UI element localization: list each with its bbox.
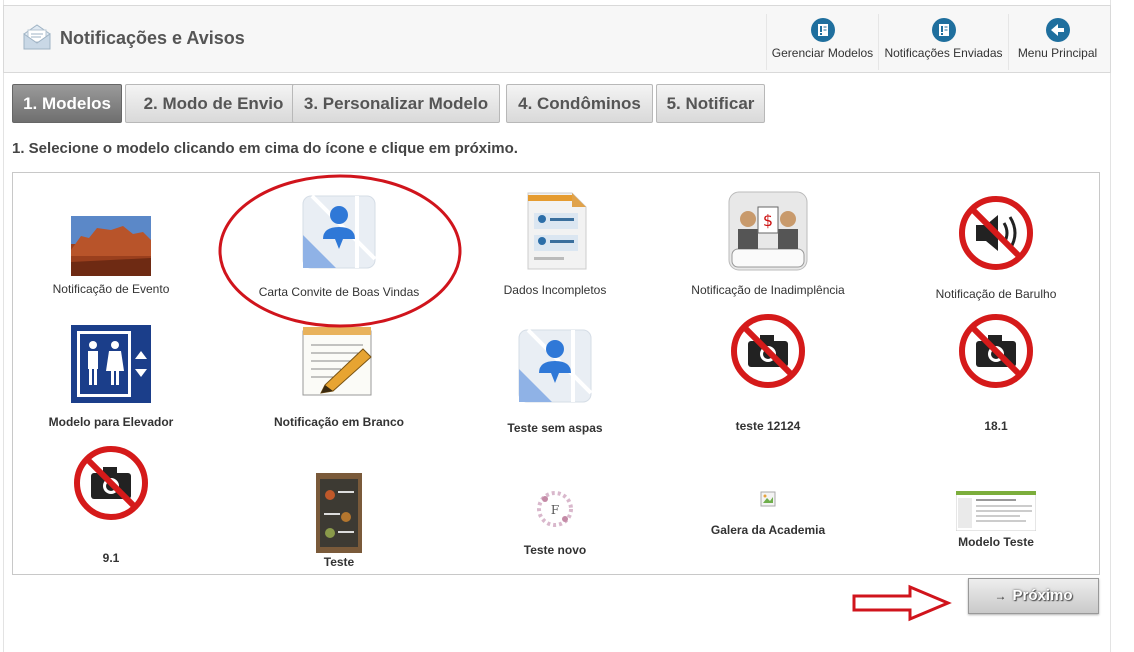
screenshot-thumb (956, 491, 1036, 531)
template-item[interactable]: Notificação em Branco (239, 325, 439, 429)
envelope-icon (23, 24, 51, 50)
template-item[interactable]: Galera da Academia (668, 491, 868, 537)
sent-notifications-label: Notificações Enviadas (884, 46, 1003, 60)
document-form-icon (527, 192, 587, 270)
main-menu-button[interactable]: Menu Principal (1008, 14, 1106, 70)
arrow-right-icon: → (994, 589, 1007, 603)
sent-notifications-button[interactable]: Notificações Enviadas (878, 14, 1008, 70)
main-menu-label: Menu Principal (1017, 46, 1098, 60)
template-label: Teste (323, 555, 355, 569)
notepad-pencil-icon (302, 327, 372, 396)
template-item[interactable]: $ Notificação de Inadimplência (668, 191, 868, 297)
template-item[interactable]: Modelo para Elevador (11, 325, 211, 429)
template-item[interactable]: F Teste novo (455, 489, 655, 557)
template-label: Teste novo (523, 543, 587, 557)
menu-photo (316, 473, 362, 553)
template-label: 9.1 (102, 551, 120, 565)
floral-logo: F (537, 491, 573, 527)
template-item[interactable]: Modelo Teste (896, 491, 1096, 549)
template-label: Dados Incompletos (503, 283, 607, 297)
tab-notificar[interactable]: 5. Notificar (656, 84, 765, 123)
landscape-photo (71, 216, 151, 276)
template-label: Teste sem aspas (507, 421, 603, 435)
arrow-left-icon (1045, 18, 1070, 42)
manage-templates-button[interactable]: Gerenciar Modelos (766, 14, 878, 70)
template-label: Notificação de Barulho (935, 287, 1057, 301)
template-label: Modelo Teste (958, 535, 1034, 549)
page-title: Notificações e Avisos (60, 28, 245, 48)
elevator-icon (71, 325, 151, 403)
template-item[interactable]: Notificação de Evento (11, 216, 211, 296)
tab-modelos[interactable]: 1. Modelos (12, 84, 122, 123)
book-icon (931, 18, 956, 42)
template-item[interactable]: Dados Incompletos (455, 191, 655, 297)
template-grid: Notificação de Evento Carta Convite de B… (12, 172, 1100, 575)
next-button-label: Próximo (1012, 587, 1073, 604)
template-label: Notificação de Inadimplência (691, 283, 845, 297)
template-item[interactable]: Teste (239, 473, 439, 569)
debt-meeting-icon: $ (728, 191, 808, 271)
next-button[interactable]: → Próximo (968, 578, 1099, 614)
template-label: Galera da Academia (710, 523, 826, 537)
manage-templates-label: Gerenciar Modelos (771, 46, 874, 60)
no-camera-icon (731, 314, 805, 388)
template-item[interactable]: teste 12124 (668, 313, 868, 433)
book-icon (810, 18, 835, 42)
template-label: Notificação de Evento (52, 282, 170, 296)
tab-condominos[interactable]: 4. Condôminos (506, 84, 653, 123)
template-label: Notificação em Branco (273, 415, 405, 429)
svg-text:$: $ (763, 211, 773, 230)
no-camera-icon (959, 314, 1033, 388)
template-item[interactable]: Teste sem aspas (455, 329, 655, 435)
no-sound-icon (959, 196, 1033, 270)
tab-personalizar-modelo[interactable]: 3. Personalizar Modelo (292, 84, 500, 123)
broken-image-icon (760, 491, 776, 507)
template-item[interactable]: Carta Convite de Boas Vindas (239, 195, 439, 299)
page-header: Notificações e Avisos Gerenciar Modelos … (3, 5, 1111, 73)
instruction-text: 1. Selecione o modelo clicando em cima d… (12, 140, 518, 157)
map-person-icon (302, 195, 376, 269)
template-label: Carta Convite de Boas Vindas (258, 285, 420, 299)
template-label: teste 12124 (735, 419, 801, 433)
template-item[interactable]: 9.1 (11, 445, 211, 565)
template-item[interactable]: 18.1 (896, 313, 1096, 433)
no-camera-icon (74, 446, 148, 520)
template-label: Modelo para Elevador (48, 415, 174, 429)
template-label: 18.1 (984, 419, 1008, 433)
map-person-icon (518, 329, 592, 403)
tab-modo-de-envio[interactable]: 2. Modo de Envio (125, 84, 302, 123)
template-item[interactable]: Notificação de Barulho (896, 195, 1096, 301)
svg-text:F: F (551, 503, 559, 517)
